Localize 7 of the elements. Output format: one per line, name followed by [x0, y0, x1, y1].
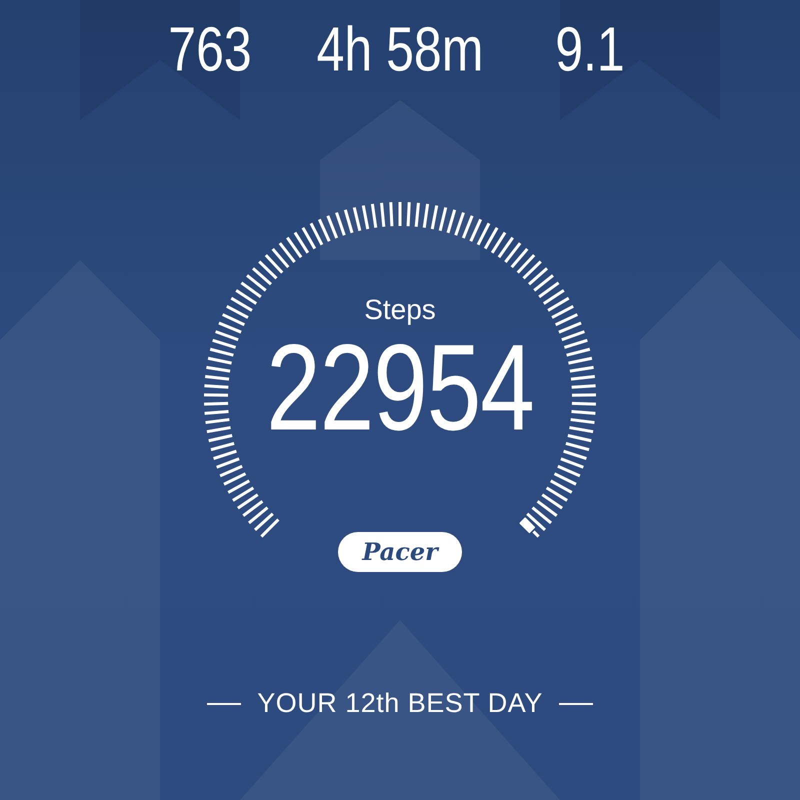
best-day-caption: YOUR 12th BEST DAY — [257, 690, 543, 717]
logo: Pacer — [338, 532, 462, 572]
stat-value: 763 — [168, 18, 252, 86]
steps-count: 22954 — [266, 326, 534, 448]
stat-value: 9.1 — [555, 18, 625, 86]
stat-value: 4h 58m — [316, 18, 484, 86]
steps-label: Steps — [363, 296, 437, 324]
